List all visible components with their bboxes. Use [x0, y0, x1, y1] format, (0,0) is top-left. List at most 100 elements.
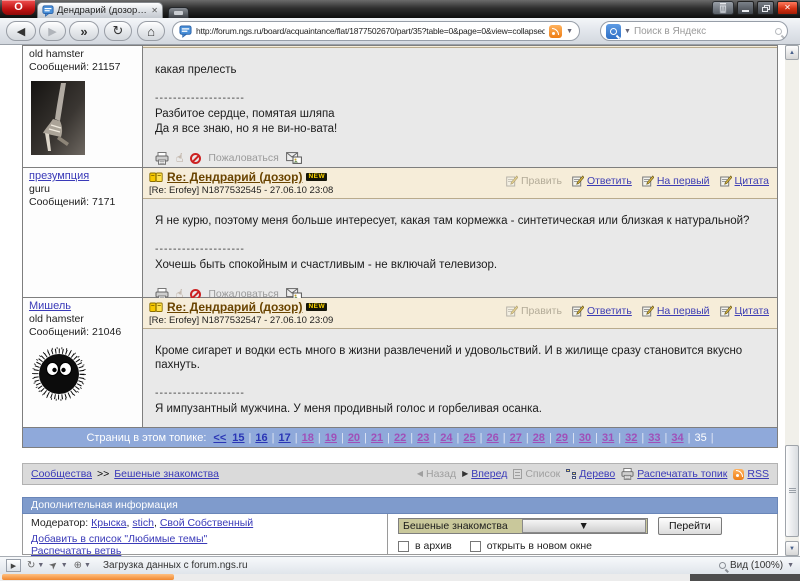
back-button[interactable]: ◀ — [6, 21, 36, 41]
quote-action[interactable]: Цитата — [720, 305, 769, 317]
vertical-scrollbar[interactable]: ▲ ▼ — [785, 45, 799, 556]
tab-close-icon[interactable]: ✕ — [151, 7, 158, 15]
page-separator: | — [688, 432, 691, 444]
post3-header: Re: Дендрарий (дозор) NEW [Re: Erofey] N… — [143, 298, 777, 329]
page-link[interactable]: 22 — [394, 432, 406, 444]
page-link[interactable]: 31 — [602, 432, 614, 444]
page-link[interactable]: 26 — [486, 432, 498, 444]
page-link[interactable]: 33 — [648, 432, 660, 444]
page-link[interactable]: 20 — [348, 432, 360, 444]
page-separator: | — [503, 432, 506, 444]
reply-action[interactable]: Ответить — [572, 305, 632, 317]
forum-select[interactable]: Бешеные знакомства ▼ — [398, 518, 648, 534]
page-link[interactable]: 19 — [325, 432, 337, 444]
reply-first-action[interactable]: На первый — [642, 175, 710, 187]
signature-line: Разбитое сердце, помятая шляпа — [155, 107, 765, 122]
fast-forward-button[interactable]: » — [69, 21, 99, 41]
add-favorites-link[interactable]: Добавить в список "Любимые темы" — [31, 533, 207, 545]
author-link[interactable]: Мишель — [29, 300, 71, 312]
close-button[interactable]: ✕ — [777, 1, 798, 15]
zoom-control[interactable]: Вид (100%) ▼ — [719, 560, 794, 571]
scroll-up-icon[interactable]: ▲ — [785, 45, 799, 60]
reply-action[interactable]: Ответить — [572, 175, 632, 187]
page-link[interactable]: 24 — [440, 432, 452, 444]
post-actions: Править Ответить На первый Цитата — [506, 305, 769, 317]
breadcrumb-root-link[interactable]: Сообщества — [31, 468, 92, 480]
panel-left-cell: Модератор: Крыска, stich, Свой Собственн… — [23, 514, 388, 554]
panels-toggle-button[interactable]: ▶ — [6, 559, 21, 572]
search-input[interactable]: ▼ Поиск в Яндекс — [600, 21, 788, 41]
home-button[interactable]: ⌂ — [137, 21, 165, 41]
page-link[interactable]: 15 — [232, 432, 244, 444]
page-link[interactable]: 16 — [255, 432, 267, 444]
page-link[interactable]: 25 — [463, 432, 475, 444]
network-globe-icon[interactable]: ⊕▼ — [74, 561, 91, 571]
page-separator: | — [410, 432, 413, 444]
page-link[interactable]: 29 — [556, 432, 568, 444]
new-window-checkbox[interactable] — [470, 541, 481, 552]
breadcrumb-bar: Сообщества >> Бешеные знакомства ◀Назад … — [22, 463, 778, 485]
browser-tab[interactable]: Дендрарий (дозор) - об... ✕ — [37, 2, 163, 18]
reload-button[interactable]: ↻ — [104, 21, 132, 41]
page-link[interactable]: 17 — [278, 432, 290, 444]
scroll-down-icon[interactable]: ▼ — [785, 541, 799, 556]
go-button[interactable]: Перейти — [658, 517, 722, 535]
restore-button[interactable] — [757, 1, 774, 15]
page-separator: | — [387, 432, 390, 444]
post-title-link[interactable]: Re: Дендрарий (дозор) — [167, 300, 302, 314]
tab-title: Дендрарий (дозор) - об... — [57, 5, 148, 16]
site-favicon-bubble-icon — [179, 25, 192, 38]
url-text: http://forum.ngs.ru/board/acquaintance/f… — [196, 26, 545, 36]
address-bar[interactable]: http://forum.ngs.ru/board/acquaintance/f… — [172, 21, 580, 41]
search-engine-dropdown-icon[interactable]: ▼ — [624, 28, 631, 35]
post2-user-cell: презумпция guru Сообщений: 7171 — [23, 168, 143, 297]
report-label[interactable]: Пожаловаться — [208, 151, 279, 165]
sync-status-icon[interactable]: ↻▼ — [27, 561, 44, 571]
archive-checkbox[interactable] — [398, 541, 409, 552]
hand-gesture-icon[interactable]: ☝ — [176, 152, 183, 164]
post-row: Мишель old hamster Сообщений: 21046 Re: … — [23, 298, 777, 428]
nav-list: Список — [513, 468, 560, 480]
breadcrumb-topic-link[interactable]: Бешеные знакомства — [114, 468, 219, 480]
page-link[interactable]: 30 — [579, 432, 591, 444]
page-link[interactable]: 21 — [371, 432, 383, 444]
reply-first-action[interactable]: На первый — [642, 305, 710, 317]
post-title-link[interactable]: Re: Дендрарий (дозор) — [167, 170, 302, 184]
reply-first-icon — [642, 175, 654, 187]
quote-action[interactable]: Цитата — [720, 175, 769, 187]
edit-action: Править — [506, 175, 562, 187]
search-engine-icon[interactable] — [606, 24, 621, 39]
page-link[interactable]: 23 — [417, 432, 429, 444]
opera-menu-button[interactable]: O — [2, 0, 35, 15]
closed-tabs-trash-icon[interactable] — [712, 1, 734, 15]
tab-bar-handle[interactable] — [168, 7, 189, 18]
moderator-link[interactable]: Свой Собственный — [160, 517, 253, 529]
minimize-button[interactable] — [737, 1, 754, 15]
page-link[interactable]: 32 — [625, 432, 637, 444]
nav-rss[interactable]: RSS — [733, 468, 769, 480]
address-dropdown-icon[interactable]: ▼ — [566, 28, 573, 35]
page-link[interactable]: 34 — [671, 432, 683, 444]
moderator-link[interactable]: stich — [132, 517, 154, 529]
rss-feed-icon[interactable] — [549, 25, 562, 38]
author-link[interactable]: презумпция — [29, 170, 89, 182]
page-separator: | — [641, 432, 644, 444]
page-link[interactable]: 27 — [510, 432, 522, 444]
page-separator: | — [295, 432, 298, 444]
pagination-label: Страниц в этом топике: — [86, 432, 206, 444]
select-dropdown-icon[interactable]: ▼ — [522, 519, 647, 533]
moderator-link[interactable]: Крыска — [91, 517, 126, 529]
pagination-prev[interactable]: << — [213, 432, 226, 444]
page-link[interactable]: 28 — [533, 432, 545, 444]
nav-print-topic[interactable]: Распечатать топик — [621, 468, 727, 480]
print-post-icon[interactable] — [155, 152, 169, 165]
nav-tree[interactable]: Дерево — [566, 468, 615, 480]
search-go-icon[interactable] — [775, 28, 782, 35]
scrollbar-thumb[interactable] — [785, 445, 799, 537]
forward-button[interactable]: ▶ — [39, 21, 66, 41]
notify-envelope-icon[interactable] — [286, 152, 302, 164]
page-link[interactable]: 18 — [302, 432, 314, 444]
pointer-mode-icon[interactable]: ➤▼ — [50, 561, 67, 571]
no-entry-icon[interactable] — [190, 153, 201, 164]
nav-forward[interactable]: ▶Вперед — [462, 468, 507, 480]
